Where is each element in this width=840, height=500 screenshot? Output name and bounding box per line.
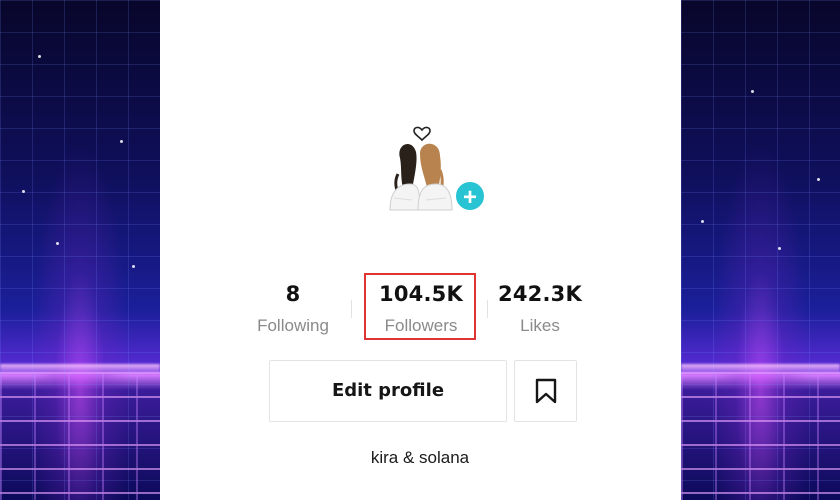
bookmark-icon: [535, 378, 557, 404]
stat-divider: [487, 300, 488, 318]
following-stat[interactable]: 8 Following: [250, 282, 336, 336]
bookmark-button[interactable]: [514, 360, 577, 422]
synthwave-background-right: [681, 0, 840, 500]
profile-avatar[interactable]: [382, 118, 458, 214]
likes-count: 242.3K: [498, 282, 582, 306]
following-label: Following: [257, 316, 329, 335]
plus-icon: +: [462, 184, 477, 211]
two-girls-avatar-icon: [389, 126, 453, 211]
edit-profile-button[interactable]: Edit profile: [269, 360, 507, 422]
stat-divider: [351, 300, 352, 318]
synthwave-background-left: [0, 0, 160, 500]
following-count: 8: [285, 282, 301, 306]
add-avatar-button[interactable]: +: [453, 179, 487, 213]
profile-username: kira & solana: [370, 448, 470, 467]
likes-stat[interactable]: 242.3K Likes: [497, 282, 583, 336]
profile-panel: [160, 0, 681, 500]
followers-highlight-box: [364, 273, 476, 340]
likes-label: Likes: [520, 316, 560, 335]
